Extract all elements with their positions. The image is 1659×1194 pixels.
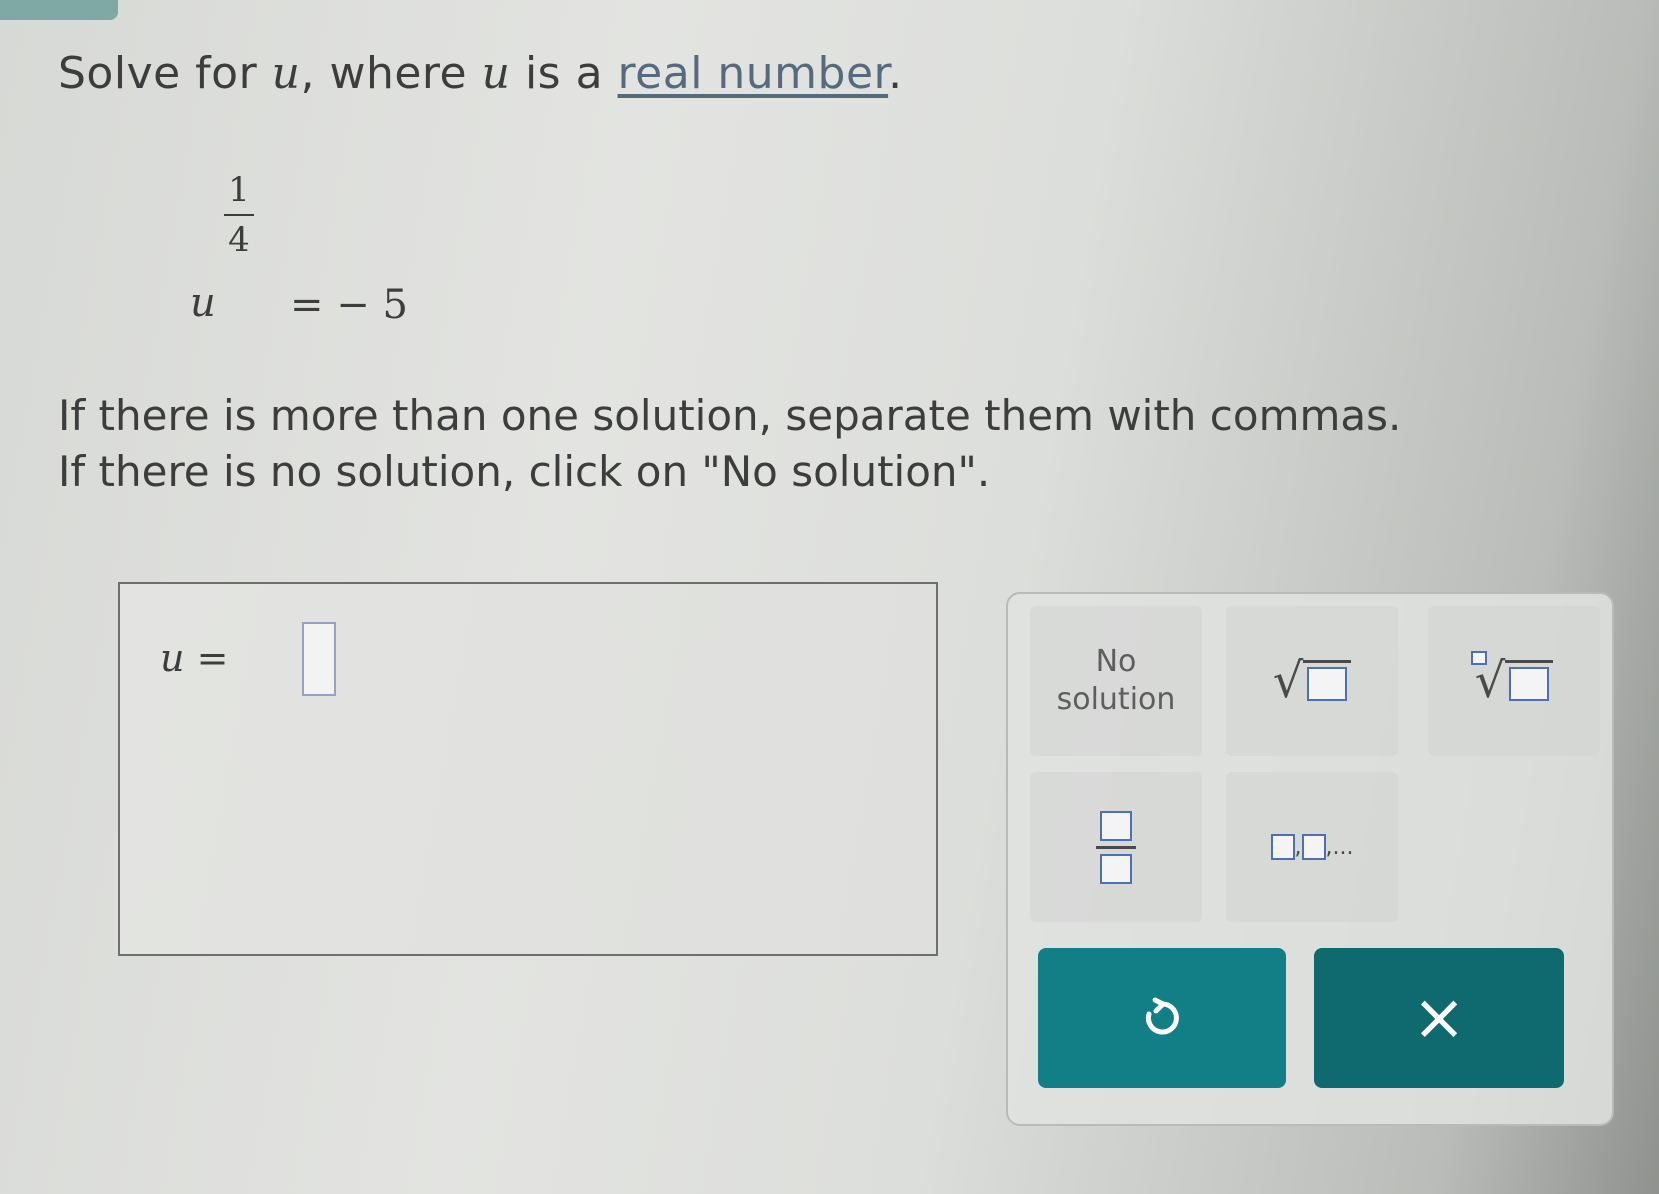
clear-button[interactable]: ×	[1314, 948, 1564, 1088]
nth-root-button[interactable]: √	[1428, 606, 1600, 756]
real-number-link[interactable]: real number	[618, 48, 889, 99]
list-suffix: ,...	[1325, 835, 1354, 860]
prompt-variable: u	[481, 48, 511, 99]
prompt-text: Solve for	[58, 48, 272, 99]
list-button[interactable]: ,,...	[1226, 772, 1398, 922]
answer-equals: =	[184, 636, 229, 680]
math-keypad: No solution √ √ ,,... ×	[1006, 592, 1614, 1126]
instruction-line: If there is no solution, click on "No so…	[58, 447, 991, 496]
problem-prompt: Solve for u, where u is a real number.	[58, 48, 903, 99]
exponent-fraction-bar	[224, 214, 254, 216]
undo-icon	[1145, 997, 1179, 1035]
no-solution-label: No	[1095, 644, 1137, 679]
list-icon: ,,...	[1270, 834, 1354, 860]
nth-root-icon: √	[1470, 651, 1554, 705]
square-root-button[interactable]: √	[1226, 606, 1398, 756]
prompt-text: .	[888, 48, 903, 99]
exponent-numerator: 1	[228, 170, 250, 210]
close-icon: ×	[1412, 981, 1466, 1055]
answer-area[interactable]: u =	[118, 582, 938, 956]
instruction-line: If there is more than one solution, sepa…	[58, 391, 1402, 440]
no-solution-button[interactable]: No solution	[1030, 606, 1202, 756]
prompt-variable: u	[271, 48, 301, 99]
top-accent-bar	[0, 0, 118, 20]
square-root-icon: √	[1273, 657, 1352, 705]
equation-rhs: = − 5	[290, 282, 408, 328]
equation-base: u	[190, 280, 216, 326]
prompt-text: is a	[510, 48, 618, 99]
prompt-text: , where	[300, 48, 482, 99]
no-solution-label: solution	[1056, 682, 1176, 717]
exponent-denominator: 4	[228, 220, 250, 260]
equation: u 1 4 = − 5	[190, 170, 470, 330]
fraction-button[interactable]	[1030, 772, 1202, 922]
undo-button[interactable]	[1038, 948, 1286, 1088]
equation-exponent: 1 4	[224, 170, 254, 260]
answer-variable: u	[160, 636, 185, 680]
answer-label: u =	[160, 636, 228, 680]
fraction-icon	[1096, 810, 1136, 884]
answer-input[interactable]	[302, 622, 336, 696]
instructions: If there is more than one solution, sepa…	[58, 388, 1401, 500]
